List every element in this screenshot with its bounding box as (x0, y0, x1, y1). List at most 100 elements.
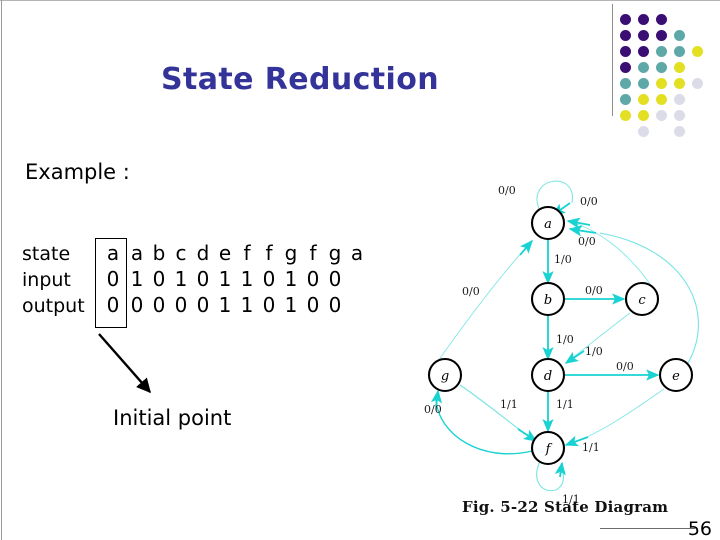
edge-label-a-self: 0/0 (498, 184, 516, 197)
page-title: State Reduction (161, 62, 439, 97)
row-cells-state: a a b c d e f f g f g a (100, 240, 368, 266)
edge-label-d-to-f: 1/1 (556, 398, 574, 411)
logo-dot (638, 110, 649, 121)
table-row: state a a b c d e f f g f g a (22, 240, 368, 266)
table-cell: 0 (152, 267, 166, 291)
table-cell: a (130, 241, 144, 265)
slide-canvas: State Reduction Example : state a a b c … (0, 0, 720, 540)
logo-dot (656, 78, 667, 89)
table-cell: 1 (218, 293, 232, 317)
logo-dot (692, 78, 703, 89)
edge-label-e-to-a: 0/0 (578, 235, 596, 248)
table-cell: f (309, 241, 317, 265)
logo-dot (638, 30, 649, 41)
logo-dot (692, 46, 703, 57)
logo-dot (674, 110, 685, 121)
logo-dot (620, 62, 631, 73)
logo-dot (674, 78, 685, 89)
table-cell: 1 (240, 293, 254, 317)
table-cell: 1 (130, 267, 144, 291)
edge-label-a-to-b: 1/0 (554, 253, 572, 266)
row-cells-input: 0 1 0 1 0 1 1 0 1 0 0 (100, 266, 346, 292)
logo-dot (638, 14, 649, 25)
state-node-label-a: a (544, 217, 552, 232)
table-cell: 0 (196, 267, 210, 291)
example-label: Example : (25, 160, 130, 184)
table-cell: f (265, 241, 273, 265)
logo-dot (620, 30, 631, 41)
table-cell: 0 (328, 267, 342, 291)
logo-dot (620, 78, 631, 89)
table-cell: 0 (328, 293, 342, 317)
edge-label-e-to-f: 1/1 (582, 441, 600, 454)
brand-logo (612, 0, 720, 137)
table-cell: 1 (218, 267, 232, 291)
sequence-table: state a a b c d e f f g f g a input 0 1 … (22, 240, 368, 318)
table-cell: g (328, 241, 342, 265)
logo-divider (612, 4, 613, 116)
logo-dot (620, 110, 631, 121)
initial-point-label: Initial point (113, 406, 232, 430)
state-node-label-b: b (544, 293, 552, 308)
figure-caption: Fig. 5-22 State Diagram (462, 498, 669, 516)
table-cell: 1 (284, 293, 298, 317)
logo-dot (656, 62, 667, 73)
table-row: output 0 0 0 0 0 1 1 0 1 0 0 (22, 292, 368, 318)
table-cell: 0 (152, 293, 166, 317)
edge-label-c-to-d: 1/0 (585, 345, 603, 358)
edge-label-c-to-a: 0/0 (580, 195, 598, 208)
logo-dot (638, 94, 649, 105)
state-node-label-e: e (672, 369, 680, 384)
logo-dot (638, 46, 649, 57)
logo-dot (620, 46, 631, 57)
edge-label-b-to-c: 0/0 (585, 284, 603, 297)
logo-dot (638, 62, 649, 73)
table-cell: 0 (262, 267, 276, 291)
table-cell: e (218, 241, 232, 265)
logo-dot (674, 62, 685, 73)
edge-label-f-to-g: 0/0 (424, 403, 442, 416)
table-cell: 0 (306, 293, 320, 317)
logo-dot (656, 14, 667, 25)
logo-dot (674, 30, 685, 41)
edge-label-g-to-f: 1/1 (500, 398, 518, 411)
logo-dot (656, 46, 667, 57)
table-cell: a (350, 241, 364, 265)
row-label-state: state (22, 243, 71, 265)
initial-state-highlight-box (95, 238, 127, 328)
logo-dot (638, 78, 649, 89)
state-node-label-c: c (638, 293, 646, 308)
table-cell: f (243, 241, 251, 265)
logo-dot (620, 14, 631, 25)
table-cell: 1 (174, 267, 188, 291)
table-cell: 0 (262, 293, 276, 317)
table-cell: 0 (130, 293, 144, 317)
edge-label-b-to-d: 1/0 (556, 333, 574, 346)
page-number-divider (600, 528, 695, 529)
table-cell: g (284, 241, 298, 265)
row-label-output: output (22, 295, 85, 317)
logo-dot (674, 94, 685, 105)
row-cells-output: 0 0 0 0 0 1 1 0 1 0 0 (100, 292, 346, 318)
table-cell: d (196, 241, 210, 265)
edge-label-g-to-a: 0/0 (462, 285, 480, 298)
logo-dot (656, 30, 667, 41)
edge-label-d-to-e: 0/0 (616, 360, 634, 373)
table-row: input 0 1 0 1 0 1 1 0 1 0 0 (22, 266, 368, 292)
table-cell: 1 (284, 267, 298, 291)
diagram-edge-labels: 0/0 0/0 0/0 1/0 0/0 0/0 1/0 1/0 0/0 1/1 … (424, 184, 634, 506)
table-cell: 0 (196, 293, 210, 317)
logo-dot (656, 110, 667, 121)
table-cell: b (152, 241, 166, 265)
logo-dot (674, 46, 685, 57)
table-cell: 1 (240, 267, 254, 291)
logo-dot (620, 94, 631, 105)
table-cell: 0 (306, 267, 320, 291)
page-number: 56 (687, 518, 712, 540)
row-label-input: input (22, 269, 71, 291)
initial-point-arrow (98, 333, 151, 394)
state-node-label-d: d (544, 369, 552, 384)
table-cell: 0 (174, 293, 188, 317)
logo-dot (656, 94, 667, 105)
state-node-label-g: g (441, 369, 449, 384)
